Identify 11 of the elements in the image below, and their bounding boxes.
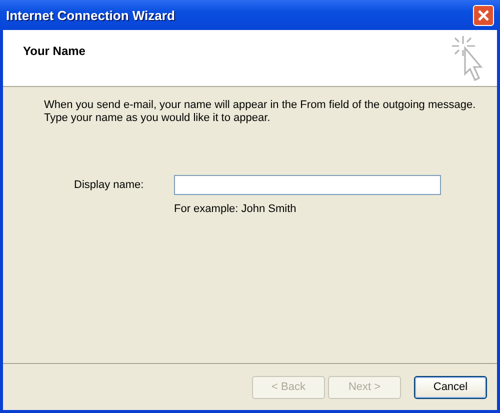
window-title: Internet Connection Wizard xyxy=(6,8,175,22)
close-icon xyxy=(477,8,490,22)
field-label: Display name: xyxy=(74,179,145,191)
wizard-button[interactable]: Cancel xyxy=(414,376,487,398)
instruction-text: Type your name as you would like it to appear. xyxy=(44,112,272,125)
example-text: For example: John Smith xyxy=(174,203,298,215)
instruction-text: When you send e-mail, your name will appear in the From field of the outgoing message. xyxy=(44,99,477,112)
cursor-sparkle-icon xyxy=(451,34,485,82)
display-name-field[interactable] xyxy=(174,175,441,195)
close-button[interactable] xyxy=(473,4,494,26)
page-title: Your Name xyxy=(23,44,86,58)
